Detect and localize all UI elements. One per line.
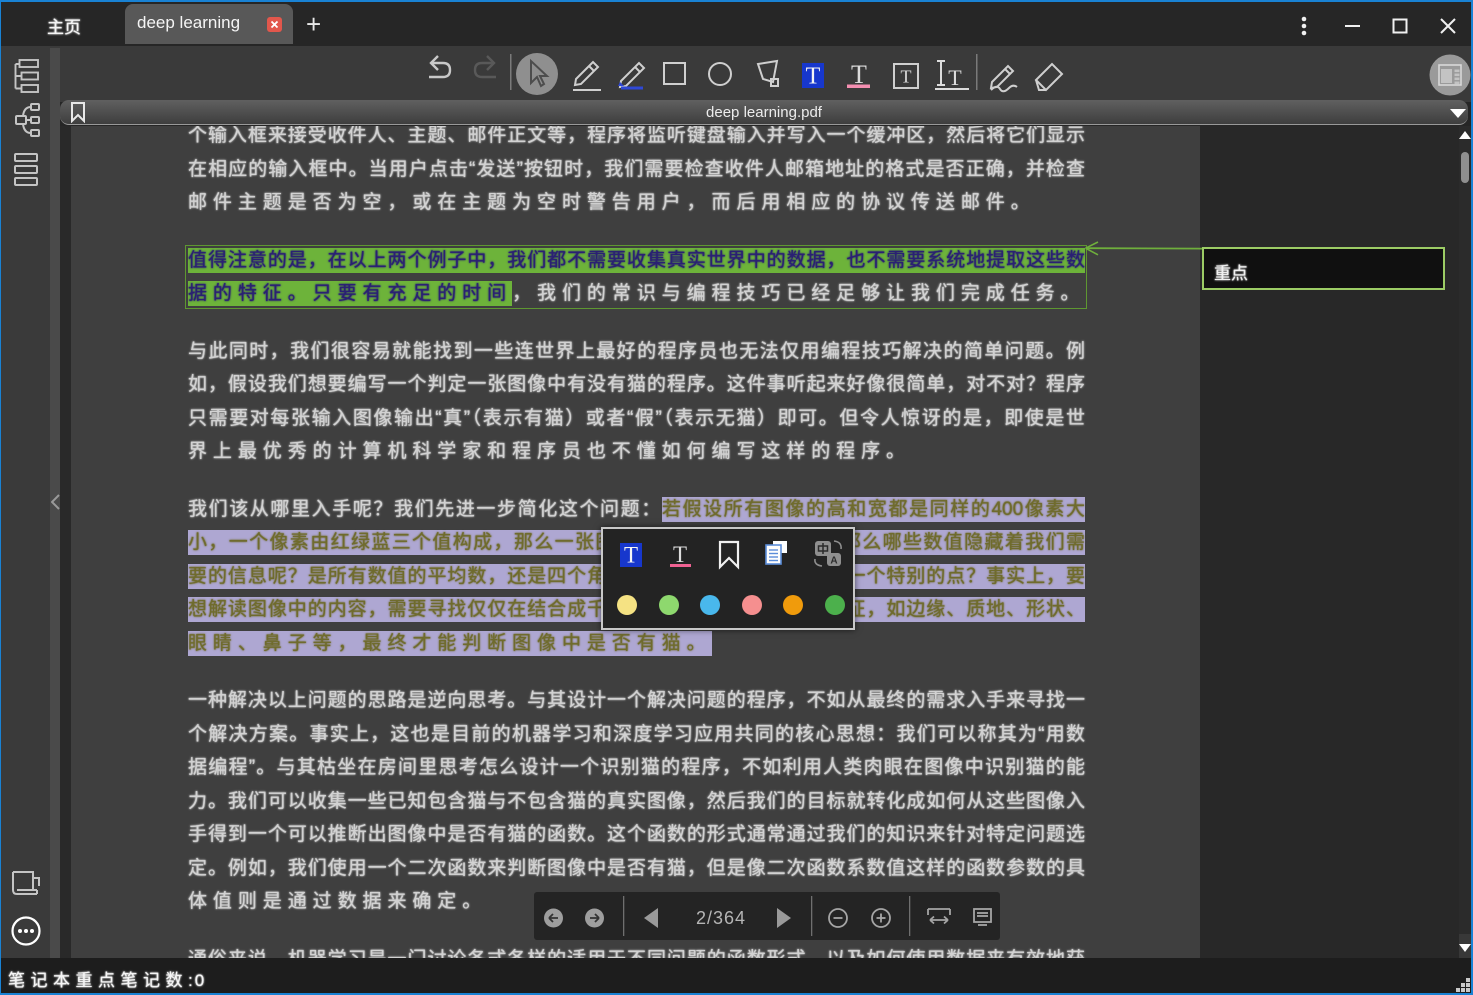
svg-text:T: T xyxy=(948,65,962,90)
svg-text:A: A xyxy=(830,556,837,567)
svg-text:T: T xyxy=(673,542,687,567)
svg-text:T: T xyxy=(806,64,821,90)
svg-text:T: T xyxy=(624,543,638,568)
svg-text:T: T xyxy=(901,67,912,87)
